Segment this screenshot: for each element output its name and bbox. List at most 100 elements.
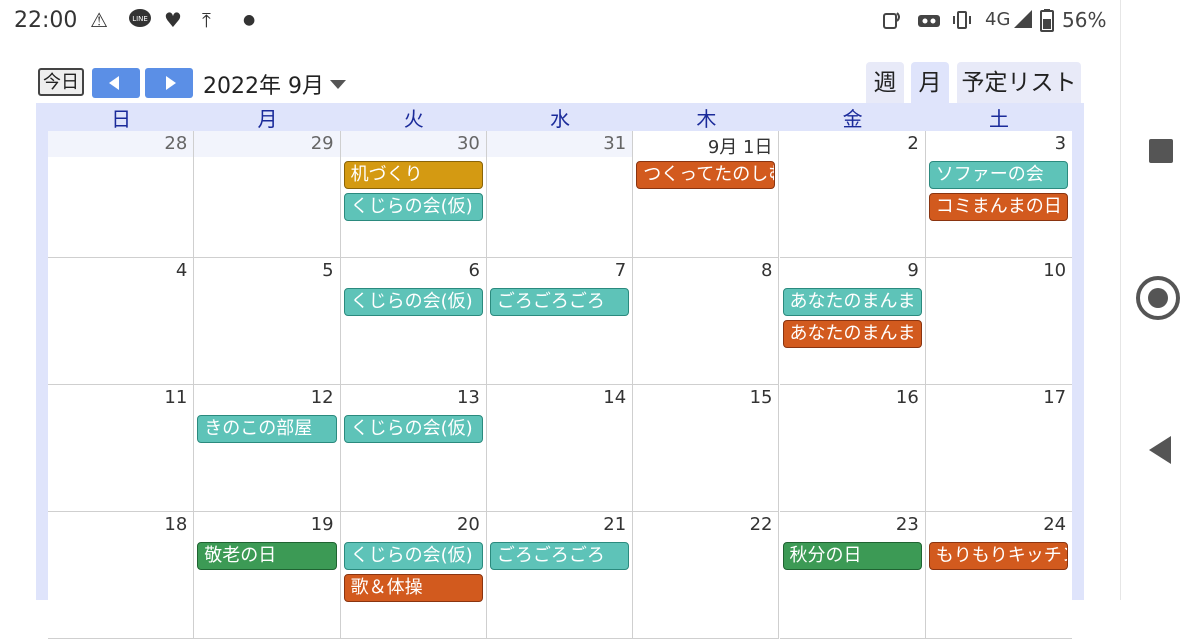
calendar-day-cell[interactable]: 10 — [925, 258, 1073, 385]
day-header: 2 — [779, 131, 925, 157]
calendar-event[interactable]: 敬老の日 — [197, 542, 337, 570]
month-title[interactable]: 2022年 9月 — [203, 68, 324, 100]
day-number: 17 — [1043, 387, 1067, 408]
day-number: 10 — [1043, 260, 1067, 281]
day-header: 29 — [194, 131, 340, 157]
tab-month[interactable]: 月 — [911, 62, 949, 104]
calendar-day-cell[interactable]: 30 机づくり くじらの会(仮) — [340, 131, 487, 258]
vibrate-icon — [950, 8, 974, 37]
day-header: 16 — [779, 385, 925, 411]
day-header: 15 — [633, 385, 779, 411]
day-header: 13 — [340, 385, 486, 411]
day-header: 28 — [48, 131, 194, 157]
calendar-event[interactable]: もりもりキッチン — [928, 542, 1069, 570]
calendar-day-cell[interactable]: 4 — [48, 258, 195, 385]
day-header: 7 — [486, 258, 633, 284]
day-number: 8 — [761, 260, 773, 281]
calendar-event[interactable]: つくってたのしむ — [636, 161, 776, 189]
calendar-day-cell[interactable]: 17 — [925, 385, 1073, 512]
calendar-day-cell[interactable]: 21 ごろごろごろ — [486, 512, 634, 639]
line-app-icon: LINE — [128, 8, 152, 35]
chevron-down-icon[interactable] — [330, 80, 346, 89]
prev-month-button[interactable] — [92, 68, 140, 98]
chevron-left-icon — [109, 76, 119, 90]
svg-text:LINE: LINE — [132, 15, 148, 23]
calendar-day-cell[interactable]: 2 — [779, 131, 926, 258]
calendar-grid: 28 29 30 机づくり くじらの会(仮) 31 9月 1日 つくってたのしむ 2 3 ソファーの… — [48, 131, 1073, 639]
system-nav-bar — [1120, 0, 1200, 600]
day-number: 28 — [164, 133, 188, 154]
day-number: 20 — [456, 514, 480, 535]
calendar-day-cell[interactable]: 19 敬老の日 — [194, 512, 341, 639]
calendar-event[interactable]: 机づくり — [343, 161, 483, 189]
next-month-button[interactable] — [145, 68, 193, 98]
recents-button[interactable] — [1149, 139, 1173, 163]
battery-level: 56% — [1062, 8, 1107, 32]
calendar-day-cell[interactable]: 23 秋分の日 — [779, 512, 926, 639]
dot-icon: ● — [243, 12, 256, 28]
tab-schedule-list[interactable]: 予定リスト — [957, 62, 1081, 104]
calendar-event[interactable]: コミまんまの日 — [928, 193, 1069, 221]
day-number: 18 — [164, 514, 188, 535]
calendar-day-cell[interactable]: 22 — [633, 512, 780, 639]
day-number: 24 — [1043, 514, 1067, 535]
calendar-day-cell[interactable]: 29 — [194, 131, 341, 258]
calendar-day-cell[interactable]: 3 ソファーの会 コミまんまの日 — [925, 131, 1073, 258]
calendar-event[interactable]: きのこの部屋 — [197, 415, 337, 443]
calendar-day-cell[interactable]: 9 あなたのまんま あなたのまんま — [779, 258, 926, 385]
calendar-day-cell[interactable]: 5 — [194, 258, 341, 385]
calendar-event[interactable]: くじらの会(仮) — [343, 415, 483, 443]
calendar-day-cell[interactable]: 7 ごろごろごろ — [486, 258, 634, 385]
calendar-day-cell[interactable]: 20 くじらの会(仮) 歌＆体操 — [340, 512, 487, 639]
battery-icon — [1040, 8, 1054, 37]
status-bar: 22:00 ⚠ LINE ♥ ⤒ ● 4G 56% — [0, 0, 1120, 42]
calendar-event[interactable]: 歌＆体操 — [343, 574, 483, 602]
heart-icon: ♥ — [164, 8, 182, 32]
calendar-day-cell[interactable]: 24 もりもりキッチン — [925, 512, 1073, 639]
day-number: 31 — [603, 133, 627, 154]
home-button[interactable] — [1136, 276, 1180, 320]
day-number: 22 — [749, 514, 773, 535]
calendar-event[interactable]: ごろごろごろ — [489, 288, 630, 316]
day-number: 4 — [175, 260, 188, 281]
calendar-day-cell[interactable]: 12 きのこの部屋 — [194, 385, 341, 512]
calendar-day-cell[interactable]: 8 — [633, 258, 780, 385]
today-button[interactable]: 今日 — [38, 68, 84, 96]
calendar-event[interactable]: くじらの会(仮) — [343, 193, 483, 221]
day-number: 29 — [310, 133, 334, 154]
day-header: 17 — [925, 385, 1073, 411]
calendar-day-cell[interactable]: 18 — [48, 512, 195, 639]
calendar-day-cell[interactable]: 11 — [48, 385, 195, 512]
day-number: 9 — [907, 260, 919, 281]
calendar-day-cell[interactable]: 9月 1日つくってたのしむ — [633, 131, 780, 258]
calendar-day-cell[interactable]: 16 — [779, 385, 926, 512]
day-number: 13 — [456, 387, 480, 408]
day-header: 19 — [194, 512, 340, 538]
calendar-day-cell[interactable]: 13 くじらの会(仮) — [340, 385, 487, 512]
tab-week[interactable]: 週 — [866, 62, 904, 104]
calendar-event[interactable]: 秋分の日 — [782, 542, 922, 570]
day-header: 12 — [194, 385, 340, 411]
network-type: 4G — [985, 9, 1011, 30]
day-header: 23 — [779, 512, 925, 538]
calendar-day-cell[interactable]: 31 — [486, 131, 634, 258]
calendar-day-cell[interactable]: 15 — [633, 385, 780, 512]
vr-icon — [916, 8, 942, 37]
month-calendar: 日月火水木金土 28 29 30 机づくり くじらの会(仮) 31 9月 1日 つくってたのし… — [36, 103, 1084, 639]
calendar-day-cell[interactable]: 28 — [48, 131, 195, 258]
calendar-event[interactable]: あなたのまんま — [782, 320, 922, 348]
calendar-event[interactable]: くじらの会(仮) — [343, 288, 483, 316]
day-header: 11 — [48, 385, 194, 411]
day-header: 9月 1日 — [633, 131, 779, 158]
day-header: 4 — [48, 258, 194, 284]
calendar-event[interactable]: ソファーの会 — [928, 161, 1069, 189]
day-header: 22 — [633, 512, 779, 538]
calendar-day-cell[interactable]: 6 くじらの会(仮) — [340, 258, 487, 385]
calendar-event[interactable]: くじらの会(仮) — [343, 542, 483, 570]
back-button[interactable] — [1149, 436, 1171, 464]
day-header: 3 — [925, 131, 1073, 157]
calendar-event[interactable]: ごろごろごろ — [489, 542, 630, 570]
day-number: 19 — [310, 514, 334, 535]
calendar-day-cell[interactable]: 14 — [486, 385, 634, 512]
calendar-event[interactable]: あなたのまんま — [782, 288, 922, 316]
